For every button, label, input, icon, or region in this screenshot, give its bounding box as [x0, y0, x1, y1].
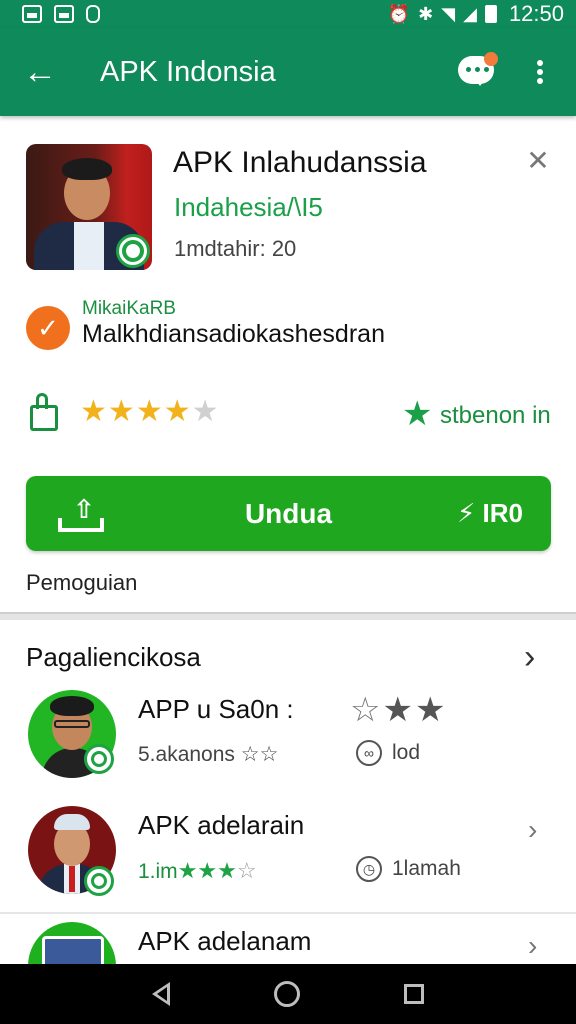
bluetooth-icon: ✱ [418, 3, 434, 24]
star-icon: ★ [135, 395, 164, 428]
wifi-icon: ◥ [441, 3, 456, 24]
list-item-name: APK adelarain [138, 810, 305, 840]
recommend-text[interactable]: stbenon in [440, 402, 551, 430]
arrow-left-icon: ← [23, 52, 57, 91]
sim-icon [86, 5, 100, 23]
list-item[interactable]: APP u Sa0n : 5.akanons ☆☆ ☆★★ ∞ lod [0, 690, 576, 808]
cap [54, 814, 90, 830]
screen: ⏰ ✱ ◥ ◢ 12:50 ← APK Indonsia APK Inlahud… [0, 0, 576, 1024]
more-vert-icon [537, 60, 543, 66]
install-price: ⚡ IR0 [457, 498, 523, 528]
app-bar: ← APK Indonsia [0, 28, 576, 116]
install-button[interactable]: ⇧ Undua ⚡ IR0 [26, 476, 551, 551]
nav-recents-icon[interactable] [404, 984, 424, 1004]
chevron-right-icon[interactable]: › [524, 638, 535, 677]
star-icon: ★ [163, 395, 192, 428]
chevron-collapse-icon: ✕ [526, 144, 550, 176]
tie [69, 866, 75, 892]
star-icon: ★ [80, 395, 108, 428]
rating-stars: ★ ★ ★ ★ ★ [80, 394, 220, 429]
status-bar: ⏰ ✱ ◥ ◢ 12:50 [0, 0, 576, 28]
rating-stars: ★★★ [177, 858, 237, 883]
star-empty-icon: ☆ [236, 858, 257, 883]
recommend-star-icon: ★ [402, 395, 433, 433]
link-icon: ∞ [356, 740, 382, 766]
glasses-icon [54, 720, 90, 728]
list-item-name: APP u Sa0n : [138, 694, 294, 724]
developer-label[interactable]: MikaiKaRB [82, 298, 176, 320]
clock-icon: ◷ [356, 856, 382, 882]
signal-icon: ◢ [463, 3, 477, 24]
list-item-stars: ☆★★ [350, 691, 448, 729]
back-button[interactable]: ← [0, 28, 80, 116]
list-item-name: APK adelanam [138, 926, 312, 956]
related-section-title[interactable]: Pagaliencikosa [26, 642, 201, 673]
nav-home-icon[interactable] [274, 981, 300, 1007]
collapse-button[interactable]: ✕ [518, 140, 558, 180]
developer-description: Malkhdiansadiokashesdran [82, 320, 385, 348]
star-icon: ★ [107, 395, 136, 428]
app-subtitle: Indahesia/\I5 [174, 192, 323, 222]
check-circle-icon: ✓ [26, 306, 70, 350]
verified-badge-icon [84, 744, 114, 774]
image-icon [54, 5, 74, 23]
system-nav-bar [0, 964, 576, 1024]
verified-badge-icon [84, 866, 114, 896]
nav-back-icon[interactable] [152, 982, 170, 1006]
verified-badge-icon [116, 234, 150, 268]
battery-icon [484, 5, 497, 23]
app-icon-image [26, 144, 152, 270]
alarm-icon: ⏰ [387, 3, 411, 24]
list-item[interactable]: APK adelarain 1.im★★★☆ ◷ 1lamah › [0, 806, 576, 924]
gallery-icon [22, 5, 42, 23]
chevron-right-icon[interactable]: › [528, 814, 537, 846]
list-item-side: ◷ 1lamah [356, 856, 461, 882]
status-time: 12:50 [508, 1, 564, 26]
chevron-right-icon[interactable]: › [528, 930, 537, 962]
more-options-button[interactable] [526, 56, 554, 88]
list-item-side: ∞ lod [356, 740, 420, 766]
app-bar-title: APK Indonsia [100, 55, 276, 88]
progress-note: Pemoguian [26, 570, 138, 595]
notification-dot [484, 52, 498, 66]
chat-button[interactable] [454, 50, 502, 94]
list-item-meta: 5.akanons ☆☆ [138, 743, 279, 766]
star-empty-icon: ★ [191, 395, 220, 428]
section-divider [0, 612, 576, 620]
list-item-meta: 1.im★★★☆ [138, 858, 257, 883]
app-info: 1mdtahir: 20 [174, 236, 297, 261]
thumb-up-icon[interactable] [26, 393, 62, 433]
app-name: APK Inlahudanssia [173, 146, 427, 179]
list-divider [0, 912, 576, 914]
